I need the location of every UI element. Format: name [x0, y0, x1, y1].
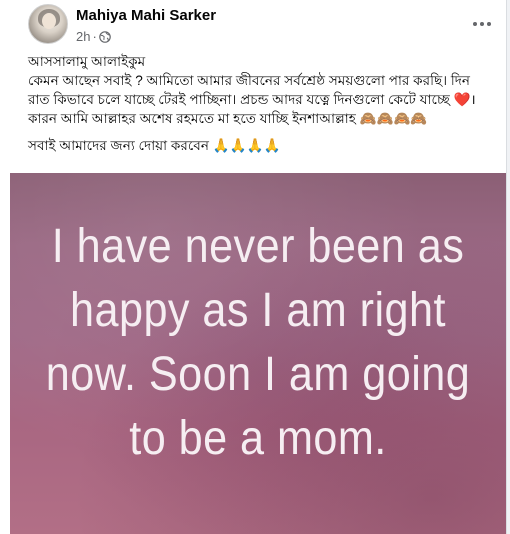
post-meta: 2h · — [76, 29, 111, 46]
author-name[interactable]: Mahiya Mahi Sarker — [76, 7, 216, 24]
post-text: আসসালামু আলাইকুম কেমন আছেন সবাই ? আমিতো … — [28, 52, 502, 155]
quote-line: happy as I am right — [70, 284, 446, 337]
post-image[interactable]: I have never been as happy as I am right… — [10, 173, 506, 534]
post-line: রাত কিভাবে চলে যাচ্ছে টেরই পাচ্ছিনা। প্র… — [28, 92, 476, 107]
post-line: কারন আমি আল্লাহর অশেষ রহমতে মা হতে যাচ্ছ… — [28, 111, 428, 126]
post-line: আসসালামু আলাইকুম — [28, 54, 146, 69]
globe-icon[interactable] — [99, 31, 111, 46]
quote-line: now. Soon I am going — [45, 348, 471, 401]
more-options-icon[interactable] — [468, 10, 496, 38]
post-closing-line: সবাই আমাদের জন্য দোয়া করবেন 🙏🙏🙏🙏 — [28, 138, 281, 153]
avatar-face — [42, 13, 56, 29]
avatar[interactable] — [28, 4, 68, 44]
image-quote: I have never been as happy as I am right… — [35, 215, 481, 471]
post-line: কেমন আছেন সবাই ? আমিতো আমার জীবনের সর্বশ… — [28, 73, 471, 88]
quote-line: to be a mom. — [129, 412, 387, 465]
quote-line: I have never been as — [51, 220, 465, 273]
post-time[interactable]: 2h — [76, 29, 90, 44]
post-header: Mahiya Mahi Sarker 2h · — [28, 4, 498, 48]
post-card: Mahiya Mahi Sarker 2h · আসসালামু আলাইকুম … — [0, 0, 507, 534]
meta-separator: · — [92, 29, 97, 44]
